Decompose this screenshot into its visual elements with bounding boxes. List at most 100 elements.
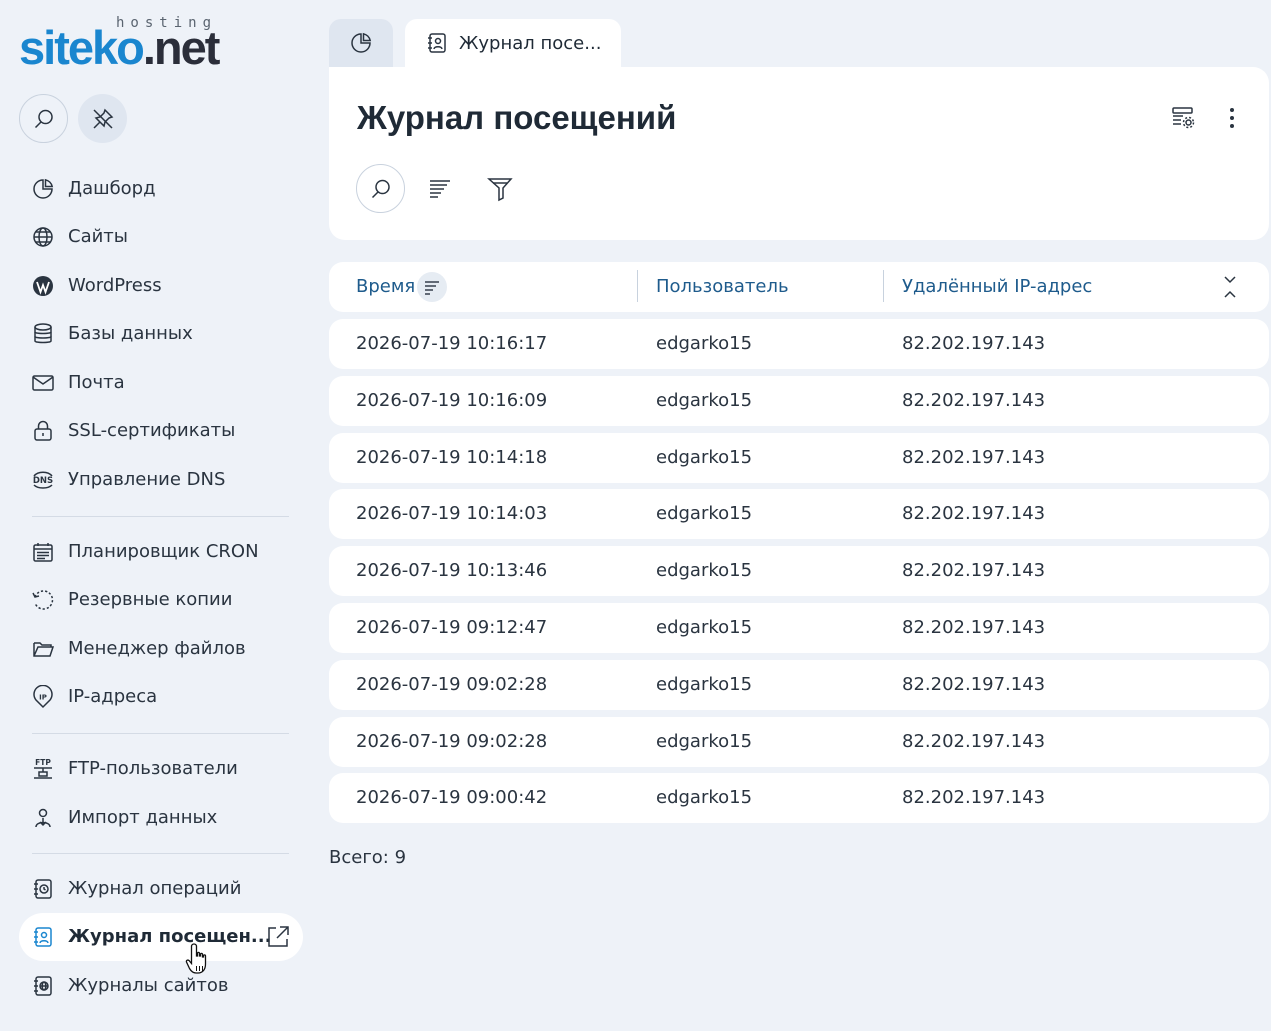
hand-cursor-icon (185, 943, 207, 974)
tab-visits-log[interactable]: Журнал посе... (405, 19, 621, 68)
cell-ip: 82.202.197.143 (902, 333, 1046, 354)
cell-ip: 82.202.197.143 (902, 560, 1046, 582)
table-row[interactable]: 2026-07-19 09:02:28 edgarko15 82.202.197.1… (329, 659, 1269, 710)
cell-time: 2026-07-19 10:13:46 (356, 560, 548, 582)
sidebar-item-ftp[interactable]: FTP FTP-пользователи (19, 745, 303, 793)
cell-user: edgarko15 (656, 503, 753, 525)
cell-user: edgarko15 (656, 389, 753, 411)
dashboard-icon (351, 32, 372, 53)
cell-user: edgarko15 (656, 730, 753, 752)
table-settings-button[interactable] (1158, 93, 1207, 142)
logo[interactable]: hosting siteko.net (19, 14, 259, 74)
cell-time: 2026-07-19 09:02:28 (356, 730, 548, 752)
column-resize-handle[interactable] (883, 270, 884, 302)
sort-icon (425, 281, 439, 295)
visits-log-icon (428, 33, 446, 53)
sidebar: hosting siteko.net Дашборд Сайты WordPress… (0, 0, 318, 1031)
table-row[interactable]: 2026-07-19 10:14:18 edgarko15 82.202.197.1… (329, 432, 1269, 483)
cell-time: 2026-07-19 09:12:47 (356, 617, 548, 638)
cell-user: edgarko15 (656, 333, 753, 354)
sidebar-item-backup[interactable]: Резервные копии (19, 576, 303, 624)
cell-time: 2026-07-19 10:14:18 (356, 446, 548, 468)
svg-text:IP: IP (39, 694, 47, 702)
cell-ip: 82.202.197.143 (902, 730, 1046, 752)
cell-time: 2026-07-19 10:16:17 (356, 333, 548, 354)
sidebar-item-label: Импорт данных (68, 807, 218, 828)
cell-ip: 82.202.197.143 (902, 673, 1046, 695)
sidebar-item-label: FTP-пользователи (68, 758, 238, 779)
logo-text: siteko.net (19, 24, 220, 72)
table-row[interactable]: 2026-07-19 10:16:09 edgarko15 82.202.197.1… (329, 375, 1269, 426)
column-header-user[interactable]: Пользователь (656, 276, 789, 297)
tab-label: Журнал посе... (459, 33, 602, 54)
table-row[interactable]: 2026-07-19 10:13:46 edgarko15 82.202.197.1… (329, 546, 1269, 597)
sidebar-item-label: Резервные копии (68, 589, 233, 610)
sidebar-item-visits-log[interactable]: Журнал посещен... (19, 913, 303, 961)
sidebar-item-ip[interactable]: IP IP-адреса (19, 673, 303, 721)
visits-log-icon (34, 927, 52, 947)
sort-icon (429, 179, 450, 198)
sidebar-item-label: Планировщик CRON (68, 541, 259, 562)
sidebar-item-label: Управление DNS (68, 469, 226, 490)
ip-icon: IP (33, 685, 53, 709)
backup-icon (32, 590, 54, 610)
sidebar-item-label: WordPress (68, 275, 162, 296)
sidebar-item-wordpress[interactable]: WordPress (19, 262, 303, 310)
open-in-new-window-icon[interactable] (265, 924, 291, 950)
column-header-time[interactable]: Время (356, 276, 415, 297)
sidebar-item-mail[interactable]: Почта (19, 359, 303, 407)
site-logs-icon (34, 976, 52, 996)
sidebar-item-operations-log[interactable]: Журнал операций (19, 865, 303, 913)
sidebar-divider (32, 516, 289, 517)
table-search-button[interactable] (356, 164, 405, 213)
sidebar-divider (32, 853, 289, 854)
cell-time: 2026-07-19 09:00:42 (356, 787, 548, 809)
table-row[interactable]: 2026-07-19 09:00:42 edgarko15 82.202.197.1… (329, 773, 1269, 824)
sidebar-item-dashboard[interactable]: Дашборд (19, 165, 303, 213)
lock-icon (34, 420, 52, 441)
more-menu-button[interactable] (1207, 93, 1256, 142)
table-row[interactable]: 2026-07-19 10:14:03 edgarko15 82.202.197.1… (329, 489, 1269, 540)
pin-sidebar-button[interactable] (78, 94, 127, 143)
sidebar-item-dns[interactable]: DNS Управление DNS (19, 456, 303, 504)
sidebar-item-label: IP-адреса (68, 686, 158, 707)
sidebar-item-label: Журналы сайтов (68, 975, 229, 996)
database-icon (34, 323, 52, 344)
table-row[interactable]: 2026-07-19 09:02:28 edgarko15 82.202.197.1… (329, 716, 1269, 767)
wordpress-icon (33, 276, 53, 296)
cell-user: edgarko15 (656, 617, 753, 638)
sidebar-item-folder[interactable]: Менеджер файлов (19, 625, 303, 673)
filter-icon (486, 177, 513, 201)
cell-ip: 82.202.197.143 (902, 787, 1046, 809)
cell-ip: 82.202.197.143 (902, 446, 1046, 468)
mail-icon (32, 375, 54, 391)
sidebar-item-label: SSL-сертификаты (68, 420, 236, 441)
sidebar-item-label: Сайты (68, 226, 128, 247)
sidebar-item-site-logs[interactable]: Журналы сайтов (19, 962, 303, 1010)
cell-ip: 82.202.197.143 (902, 503, 1046, 525)
dns-icon: DNS (33, 471, 53, 489)
tab-dashboard[interactable] (329, 19, 393, 67)
sidebar-item-lock[interactable]: SSL-сертификаты (19, 407, 303, 455)
sort-indicator[interactable] (417, 272, 447, 302)
sidebar-item-label: Менеджер файлов (68, 638, 246, 659)
collapse-expand-icon[interactable] (1220, 274, 1240, 300)
column-header-ip[interactable]: Удалённый IP-адрес (902, 276, 1092, 297)
sidebar-item-import[interactable]: Импорт данных (19, 794, 303, 842)
sidebar-item-label: Журнал посещен... (68, 926, 272, 947)
sidebar-item-calendar[interactable]: Планировщик CRON (19, 528, 303, 576)
sidebar-item-label: Дашборд (68, 178, 156, 199)
sidebar-search-button[interactable] (19, 94, 68, 143)
sidebar-item-globe[interactable]: Сайты (19, 213, 303, 261)
sidebar-item-database[interactable]: Базы данных (19, 310, 303, 358)
sort-button[interactable] (415, 164, 464, 213)
table-row[interactable]: 2026-07-19 10:16:17 edgarko15 82.202.197.1… (329, 319, 1269, 369)
column-resize-handle[interactable] (637, 270, 638, 302)
cell-time: 2026-07-19 10:16:09 (356, 389, 548, 411)
cell-time: 2026-07-19 10:14:03 (356, 503, 548, 525)
filter-button[interactable] (475, 164, 524, 213)
table-settings-icon (1171, 106, 1194, 128)
total-count: Всего: 9 (329, 847, 407, 868)
table-row[interactable]: 2026-07-19 09:12:47 edgarko15 82.202.197.1… (329, 603, 1269, 653)
unpin-icon (92, 108, 113, 129)
